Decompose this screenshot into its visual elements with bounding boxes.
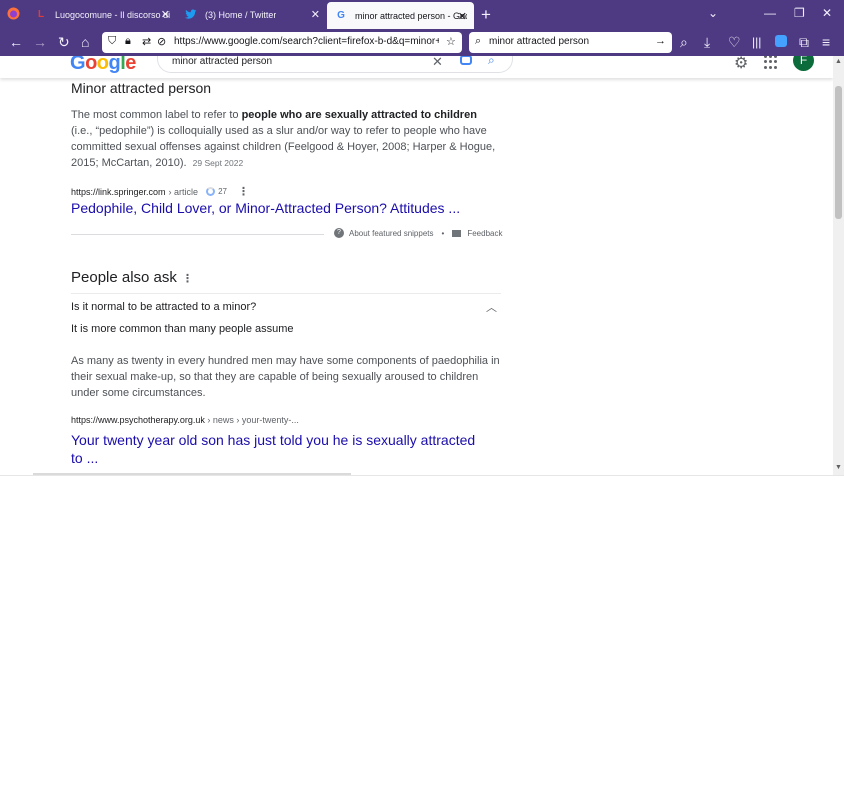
- permissions-icon[interactable]: ⇄: [142, 35, 151, 48]
- chevron-up-icon[interactable]: ︿: [486, 299, 497, 315]
- result-link[interactable]: Your twenty year old son has just told y…: [71, 431, 481, 467]
- google-favicon-icon: G: [337, 10, 345, 21]
- tab-google-search[interactable]: G minor attracted person - Googl ✕: [327, 2, 474, 29]
- tab-twitter[interactable]: (3) Home / Twitter ✕: [177, 0, 327, 29]
- citation-count: 27: [218, 187, 227, 196]
- url-text[interactable]: https://www.google.com/search?client=fir…: [174, 36, 439, 47]
- minimize-icon[interactable]: —: [764, 6, 776, 20]
- tab-title: Luogocomune - Il discorso di P...: [55, 9, 170, 20]
- url-bar[interactable]: ⛉ 🔒︎ ⇄ ⊘ https://www.google.com/search?c…: [102, 32, 462, 53]
- back-icon[interactable]: ←: [9, 34, 23, 50]
- go-arrow-icon[interactable]: →: [655, 35, 666, 47]
- search-icon: ⌕: [475, 35, 482, 47]
- feedback-icon: [452, 229, 462, 237]
- close-tab-icon[interactable]: ✕: [311, 8, 320, 21]
- menu-icon[interactable]: ≡: [822, 34, 830, 50]
- luogocomune-favicon-icon: L: [37, 9, 45, 20]
- feedback-link[interactable]: Feedback: [467, 229, 502, 238]
- browser-search-bar[interactable]: ⌕ minor attracted person →: [469, 32, 672, 53]
- library-icon[interactable]: |||: [752, 34, 761, 50]
- google-logo[interactable]: Google: [70, 56, 136, 75]
- search-input[interactable]: minor attracted person: [172, 56, 272, 67]
- tab-bar: L Luogocomune - Il discorso di P... ✕ (3…: [0, 0, 844, 29]
- autoplay-blocked-icon[interactable]: ⊘: [157, 35, 166, 48]
- apps-grid-icon[interactable]: [764, 56, 778, 69]
- paa-answer: As many as twenty in every hundred men m…: [71, 355, 500, 399]
- camera-search-icon[interactable]: [460, 56, 472, 65]
- gear-icon[interactable]: ⚙: [734, 56, 748, 73]
- result-link[interactable]: Pedophile, Child Lover, or Minor-Attract…: [71, 200, 460, 216]
- citation-domain: https://www.psychotherapy.org.uk: [71, 415, 205, 425]
- tab-luogocomune[interactable]: L Luogocomune - Il discorso di P... ✕: [27, 0, 177, 29]
- citation-path: › news › your-twenty-...: [204, 415, 299, 425]
- list-all-tabs-icon[interactable]: ⌄: [708, 6, 718, 20]
- about-featured-snippets-link[interactable]: About featured snippets: [349, 229, 434, 238]
- featured-snippet-body: The most common label to refer to people…: [71, 107, 501, 171]
- search-icon[interactable]: ⌕: [488, 56, 495, 68]
- help-icon: ?: [334, 228, 344, 238]
- scroll-down-icon[interactable]: ▼: [835, 464, 842, 471]
- search-icon[interactable]: ⌕: [680, 34, 688, 50]
- google-search-box[interactable]: minor attracted person ✕ ⌕: [157, 56, 513, 73]
- clear-icon[interactable]: ✕: [432, 56, 443, 70]
- result-citation[interactable]: https://www.psychotherapy.org.uk › news …: [71, 415, 299, 425]
- paa-question[interactable]: Is it normal to be attracted to a minor?: [71, 301, 256, 313]
- citation-domain: https://link.springer.com: [71, 186, 166, 197]
- google-header: Google minor attracted person ✕ ⌕ ⚙ F: [0, 56, 833, 78]
- divider: [71, 234, 324, 235]
- snippet-footer: ? About featured snippets • Feedback: [334, 228, 502, 238]
- separator-dot: •: [441, 228, 445, 238]
- avatar[interactable]: F: [793, 56, 814, 71]
- bookmark-star-icon[interactable]: ☆: [446, 35, 456, 48]
- citation-ring-icon: [206, 187, 216, 196]
- scrollbar-thumb[interactable]: [835, 86, 842, 219]
- citation-path: › article: [168, 186, 199, 197]
- divider: [71, 293, 501, 294]
- divider: [0, 475, 844, 476]
- more-options-icon[interactable]: ⋮: [182, 272, 193, 285]
- close-tab-icon[interactable]: ✕: [161, 8, 170, 21]
- downloads-icon[interactable]: ⤓: [704, 34, 710, 50]
- forward-icon[interactable]: →: [33, 34, 47, 50]
- snippet-bold-text: people who are sexually attracted to chi…: [241, 109, 477, 121]
- people-also-ask-heading: People also ask: [71, 269, 177, 286]
- snippet-date: 29 Sept 2022: [192, 158, 244, 168]
- extensions-icon[interactable]: ⧉: [799, 34, 809, 50]
- vertical-scrollbar[interactable]: ▲ ▼: [833, 56, 844, 475]
- browser-search-text[interactable]: minor attracted person: [489, 36, 589, 47]
- navigation-bar: ← → ↻ ⌂ ⛉ 🔒︎ ⇄ ⊘ https://www.google.com/…: [0, 29, 844, 56]
- restore-icon[interactable]: ❐: [794, 6, 805, 20]
- tab-title: (3) Home / Twitter: [205, 9, 277, 20]
- snippet-text: The most common label to refer to: [71, 109, 242, 121]
- new-tab-icon[interactable]: +: [481, 5, 491, 25]
- close-tab-icon[interactable]: ✕: [458, 10, 467, 23]
- more-options-icon[interactable]: ⋮: [238, 185, 249, 198]
- result-citation[interactable]: https://link.springer.com › article 27 ⋮: [71, 185, 249, 198]
- featured-snippet-title: Minor attracted person: [71, 80, 212, 96]
- scroll-up-icon[interactable]: ▲: [835, 58, 842, 65]
- lock-icon[interactable]: 🔒︎: [125, 35, 131, 48]
- snippet-text: (i.e., “pedophile”) is colloquially used…: [71, 125, 496, 169]
- account-icon[interactable]: [775, 35, 787, 47]
- reload-icon[interactable]: ↻: [58, 34, 70, 50]
- firefox-menu-icon[interactable]: [7, 7, 20, 23]
- tab-title: minor attracted person - Googl: [355, 10, 467, 21]
- pocket-icon[interactable]: ♡: [728, 34, 741, 50]
- twitter-bird-icon: [185, 9, 197, 21]
- close-window-icon[interactable]: ✕: [822, 6, 832, 20]
- tracking-protection-icon[interactable]: ⛉: [108, 35, 116, 48]
- home-icon[interactable]: ⌂: [81, 34, 89, 50]
- page-viewport: Minor attracted person The most common l…: [0, 56, 833, 475]
- paa-short-answer: It is more common than many people assum…: [71, 323, 294, 335]
